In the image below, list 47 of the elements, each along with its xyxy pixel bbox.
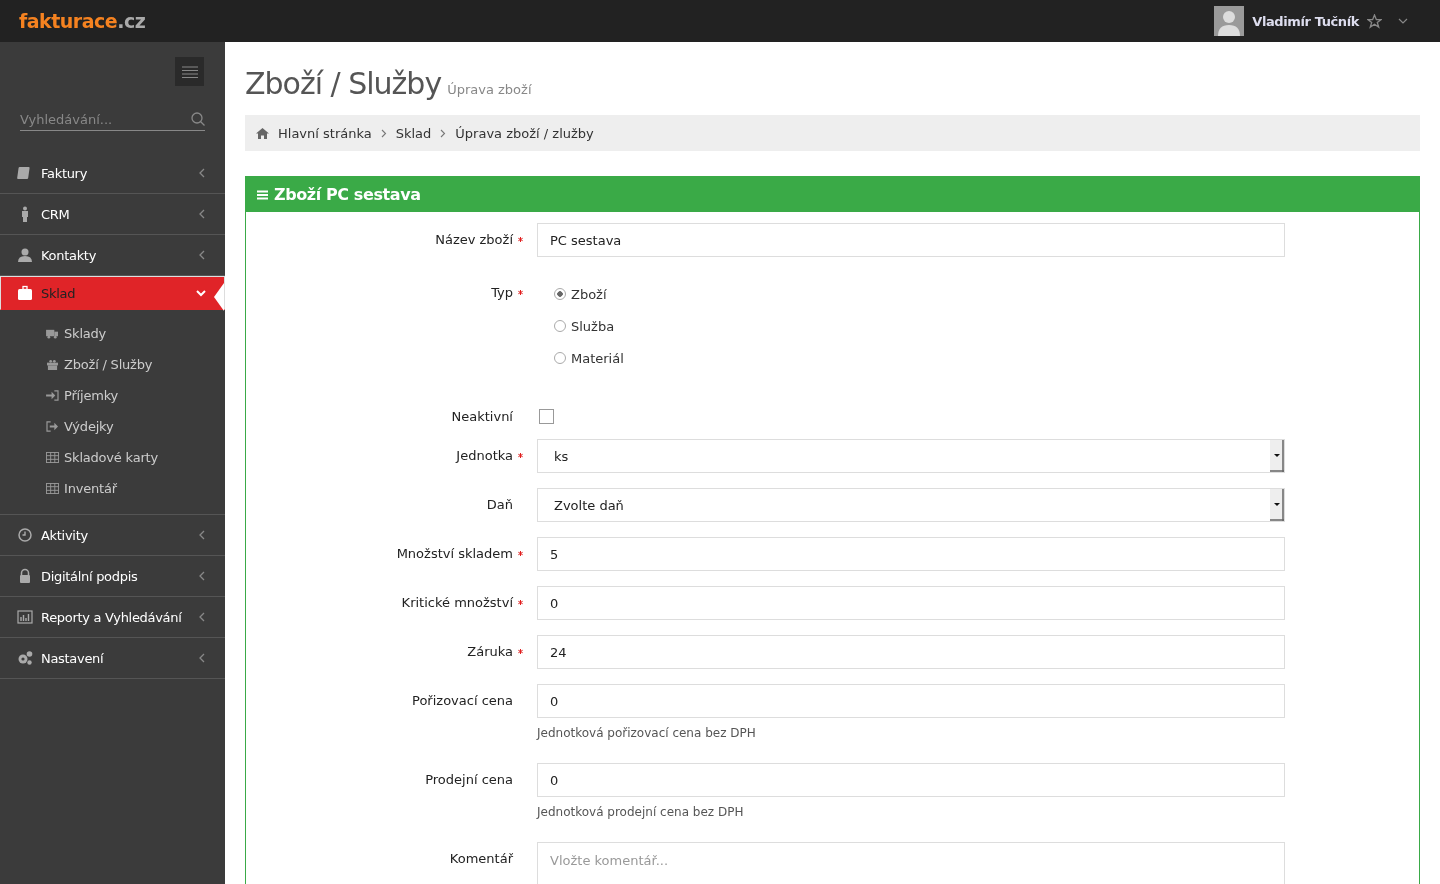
- help-text: Jednotková prodejní cena bez DPH: [537, 805, 745, 819]
- field-label: Název zboží: [435, 232, 513, 247]
- submenu-item[interactable]: Skladové karty: [0, 442, 225, 473]
- field-label: Daň: [486, 497, 513, 512]
- logo-text[interactable]: fakturace: [19, 10, 118, 32]
- field-label: Jednotka: [456, 448, 513, 463]
- field-label: Neaktivní: [451, 409, 513, 424]
- sidebar-item[interactable]: CRM: [0, 194, 225, 235]
- search-field[interactable]: Vyhledávání...: [20, 111, 191, 127]
- logo-suffix[interactable]: .cz: [117, 10, 146, 32]
- submenu-item[interactable]: Výdejky: [0, 411, 225, 442]
- submenu-item[interactable]: Sklady: [0, 318, 225, 349]
- page-title: Zboží / Služby: [245, 65, 442, 103]
- user-name[interactable]: Vladimír Tučník: [1252, 13, 1359, 29]
- sidebar-item[interactable]: Digitální podpis: [0, 556, 225, 597]
- field-label: Množství skladem: [396, 546, 513, 561]
- breadcrumb-link[interactable]: Hlavní stránka: [278, 125, 372, 141]
- input-field[interactable]: PC sestava: [537, 223, 1285, 257]
- input-field[interactable]: 0: [537, 763, 1285, 797]
- page-subtitle: Úprava zboží: [447, 82, 532, 97]
- radio-label[interactable]: Služba: [571, 318, 615, 334]
- input-field[interactable]: 5: [537, 537, 1285, 571]
- field-label: Pořizovací cena: [412, 693, 513, 708]
- input-field[interactable]: 24: [537, 635, 1285, 669]
- field-label: Komentář: [449, 851, 513, 866]
- field-label: Prodejní cena: [425, 772, 513, 787]
- sidebar-item[interactable]: Faktury: [0, 153, 225, 194]
- sidebar-item[interactable]: Reporty a Vyhledávání: [0, 597, 225, 638]
- breadcrumb-link[interactable]: Úprava zboží / zlužby: [455, 125, 594, 141]
- input-field[interactable]: 0: [537, 684, 1285, 718]
- submenu-item[interactable]: Příjemky: [0, 380, 225, 411]
- radio-label[interactable]: Materiál: [571, 350, 624, 366]
- field-label: Záruka: [467, 644, 513, 659]
- help-text: Jednotková pořizovací cena bez DPH: [537, 726, 757, 740]
- sidebar-item[interactable]: Nastavení: [0, 638, 225, 679]
- submenu-item[interactable]: Zboží / Služby: [0, 349, 225, 380]
- submenu-item[interactable]: Inventář: [0, 473, 225, 504]
- input-field[interactable]: 0: [537, 586, 1285, 620]
- field-label: Typ: [491, 285, 513, 300]
- sidebar-item[interactable]: Aktivity: [0, 515, 225, 556]
- comment-field[interactable]: Vložte komentář...: [537, 842, 1285, 884]
- panel-title: Zboží PC sestava: [274, 185, 421, 204]
- field-label: Kritické množství: [401, 595, 513, 610]
- breadcrumb-link[interactable]: Sklad: [395, 125, 432, 141]
- radio-label[interactable]: Zboží: [571, 286, 607, 302]
- select-field[interactable]: ks: [537, 439, 1285, 473]
- select-field[interactable]: Zvolte daň: [537, 488, 1285, 522]
